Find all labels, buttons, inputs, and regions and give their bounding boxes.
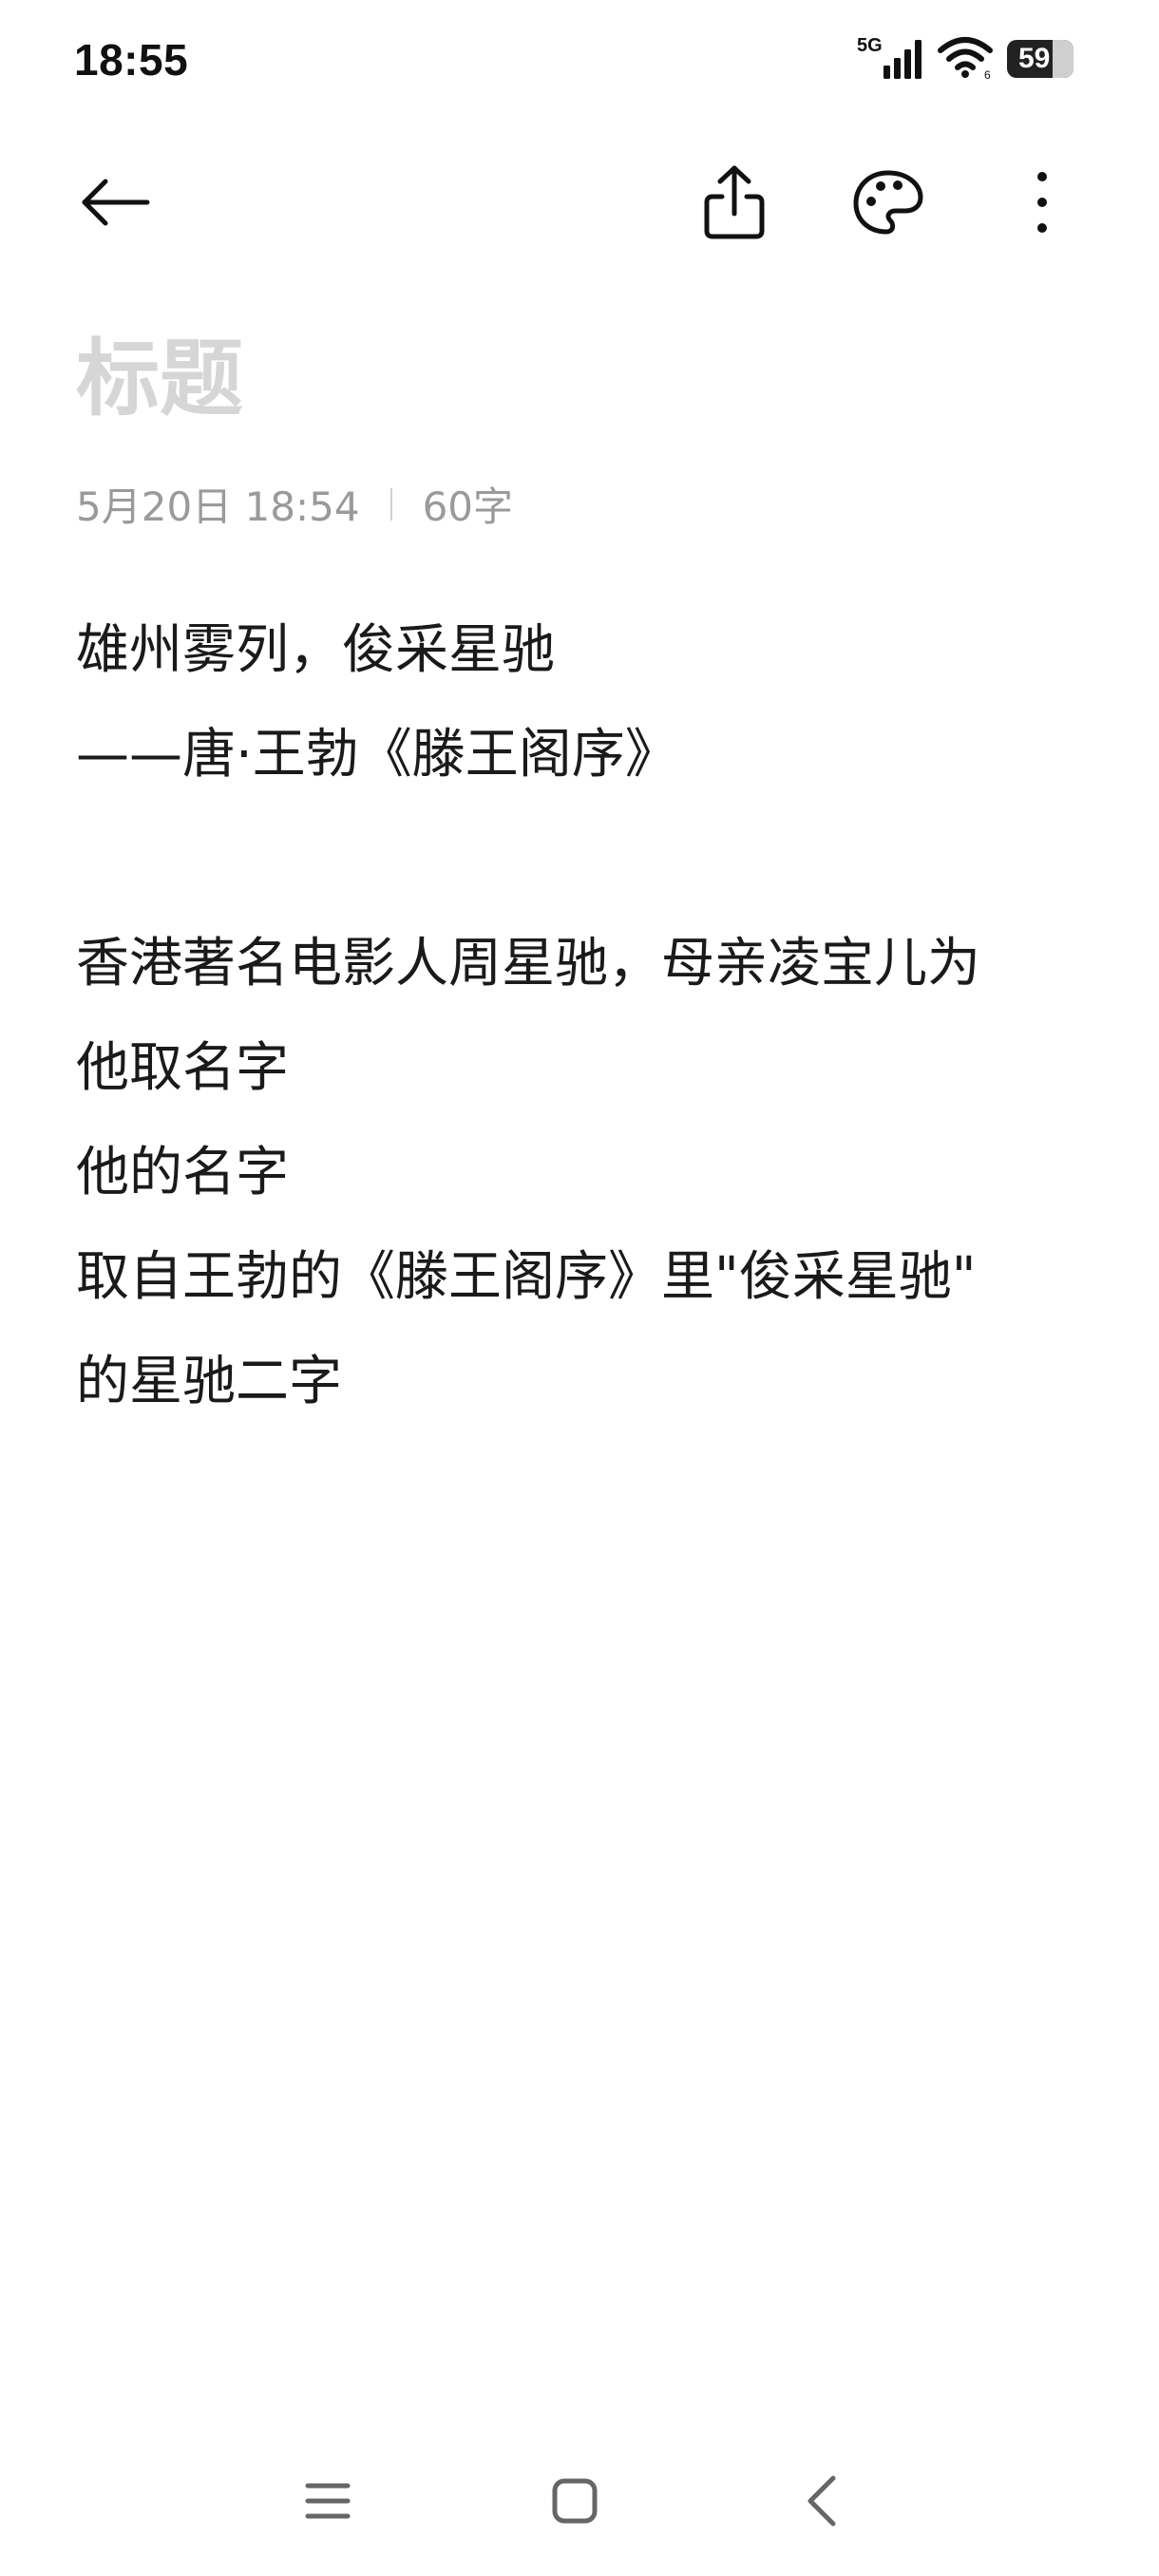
note-meta: 5月20日 18:54 60字 (76, 475, 513, 533)
note-line: ——唐·王勃《滕王阁序》 (76, 724, 678, 786)
note-line (76, 807, 1102, 912)
menu-icon (304, 2480, 352, 2526)
status-bar: 18:55 5G 6 59 (0, 0, 1159, 123)
system-nav-bar (0, 2451, 1159, 2555)
back-icon (805, 2474, 839, 2531)
status-icons: 5G 6 59 (857, 28, 1074, 89)
recent-apps-button[interactable] (276, 2451, 380, 2555)
more-vertical-icon (1033, 169, 1052, 239)
note-line: 他的名字 (76, 1142, 289, 1203)
battery-icon: 59 (1007, 40, 1074, 78)
back-nav-button[interactable] (770, 2451, 874, 2555)
battery-level: 59 (1018, 43, 1051, 74)
note-line: 雄州雾列，俊采星驰 (76, 619, 555, 681)
back-button[interactable] (63, 152, 167, 256)
home-icon (551, 2477, 598, 2529)
signal-icon: 5G (857, 35, 923, 81)
back-arrow-icon (77, 174, 153, 235)
status-time: 18:55 (74, 35, 189, 85)
more-button[interactable] (990, 152, 1094, 256)
meta-divider (390, 487, 392, 521)
note-line: 香港著名电影人周星驰，母亲凌宝儿为 (76, 933, 980, 994)
note-char-count: 60字 (422, 483, 514, 530)
svg-text:6: 6 (984, 68, 991, 79)
share-icon (701, 162, 768, 246)
note-toolbar (0, 152, 1159, 256)
share-button[interactable] (682, 152, 787, 256)
network-type-label: 5G (857, 35, 883, 56)
note-line: 的星驰二字 (76, 1351, 342, 1412)
wifi-icon: 6 (937, 35, 994, 83)
palette-icon (852, 169, 924, 239)
note-date: 5月20日 18:54 (76, 483, 360, 530)
theme-button[interactable] (836, 152, 940, 256)
note-line: 他取名字 (76, 1037, 289, 1099)
note-line: 取自王勃的《滕王阁序》里"俊采星驰" (76, 1246, 977, 1308)
note-body-editor[interactable]: 雄州雾列，俊采星驰 ——唐·王勃《滕王阁序》 香港著名电影人周星驰，母亲凌宝儿为… (76, 598, 1102, 1434)
note-title-field[interactable]: 标题 (76, 312, 243, 432)
home-button[interactable] (522, 2451, 627, 2555)
